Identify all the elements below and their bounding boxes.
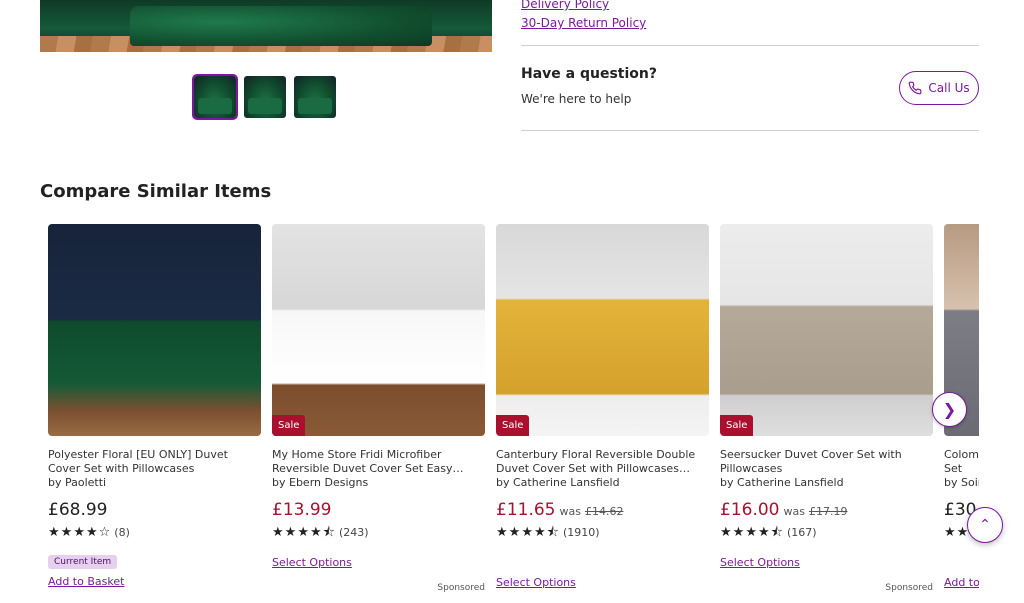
call-us-label: Call Us [928, 81, 970, 95]
was-label: was [559, 505, 581, 518]
star-half-icon: ⯪ [546, 525, 559, 540]
chevron-up-icon: ⌃ [979, 517, 991, 533]
star-icon: ★ [284, 525, 297, 540]
help-subtitle: We're here to help [521, 92, 632, 106]
rating-count: (1910) [562, 526, 600, 539]
product-price: £16.00 [720, 500, 780, 520]
product-image[interactable]: Sale [496, 224, 709, 436]
carousel-next-button[interactable]: ❯ [932, 392, 967, 427]
product-rating: ★ ★ ★ ★ ⯪ (167) [720, 526, 933, 539]
star-icon: ★ [60, 525, 73, 540]
star-icon: ★ [533, 525, 546, 540]
add-to-basket-link[interactable]: Add to Basket [48, 575, 261, 588]
chevron-right-icon: ❯ [942, 400, 957, 419]
sponsored-label: Sponsored [437, 583, 485, 593]
product-rating: ★ ★ ★ ★ ☆ (8) [48, 526, 261, 539]
star-icon: ★ [309, 525, 322, 540]
product-image[interactable] [48, 224, 261, 436]
call-us-button[interactable]: Call Us [899, 71, 979, 105]
product-card[interactable]: Sale Canterbury Floral Reversible Double… [496, 224, 709, 589]
sale-badge: Sale [720, 415, 754, 436]
main-product-image [40, 0, 492, 52]
delivery-policy-link[interactable]: Delivery Policy [521, 0, 646, 14]
product-brand: by Catherine Lansfield [496, 476, 620, 489]
star-icon: ★ [272, 525, 284, 540]
product-brand: by Soiree [944, 476, 979, 489]
thumbnail-1[interactable] [192, 74, 238, 120]
back-to-top-button[interactable]: ⌃ [967, 507, 1003, 543]
product-rating: ★ ★ ★ ★ ⯪ (243) [272, 526, 485, 539]
star-icon: ★ [732, 525, 745, 540]
product-name[interactable]: My Home Store Fridi Microfiber Reversibl… [272, 448, 485, 476]
star-empty-icon: ☆ [98, 525, 111, 540]
star-icon: ★ [508, 525, 521, 540]
divider [521, 45, 979, 46]
star-icon: ★ [521, 525, 533, 540]
star-icon: ★ [73, 525, 85, 540]
product-name[interactable]: Colombo Ultra [EU ONLY] Duvet Cover Set [944, 448, 979, 476]
star-half-icon: ⯪ [770, 525, 783, 540]
thumbnail-3[interactable] [294, 76, 336, 118]
product-name[interactable]: Canterbury Floral Reversible Double Duve… [496, 448, 709, 476]
star-icon: ★ [745, 525, 757, 540]
phone-icon [909, 81, 922, 95]
star-icon: ★ [297, 525, 309, 540]
return-policy-link[interactable]: 30-Day Return Policy [521, 14, 646, 33]
rating-count: (243) [338, 526, 369, 539]
select-options-link[interactable]: Select Options [272, 556, 485, 569]
product-name[interactable]: Seersucker Duvet Cover Set with Pillowca… [720, 448, 933, 476]
was-price: £14.62 [584, 505, 624, 518]
current-item-badge: Current Item [48, 555, 118, 569]
policy-links: Delivery Policy 30-Day Return Policy [521, 0, 646, 33]
product-brand: by Paoletti [48, 476, 107, 489]
product-brand: by Catherine Lansfield [720, 476, 844, 489]
section-title: Compare Similar Items [40, 181, 272, 202]
product-card[interactable]: Polyester Floral [EU ONLY] Duvet Cover S… [48, 224, 261, 588]
star-icon: ★ [757, 525, 770, 540]
product-price: £11.65 [496, 500, 556, 520]
product-name[interactable]: Polyester Floral [EU ONLY] Duvet Cover S… [48, 448, 261, 476]
product-card[interactable]: Sale My Home Store Fridi Microfiber Reve… [272, 224, 485, 593]
divider [521, 130, 979, 131]
star-icon: ★ [944, 525, 956, 540]
select-options-link[interactable]: Select Options [496, 576, 709, 589]
select-options-link[interactable]: Select Options [720, 556, 933, 569]
sale-badge: Sale [272, 415, 306, 436]
sponsored-label: Sponsored [885, 583, 933, 593]
was-price: £17.19 [808, 505, 848, 518]
rating-count: (8) [114, 526, 130, 539]
add-to-basket-link[interactable]: Add to Basket [944, 576, 979, 589]
thumbnail-2[interactable] [244, 76, 286, 118]
sale-badge: Sale [496, 415, 530, 436]
rating-count: (167) [786, 526, 817, 539]
product-price: £13.99 [272, 500, 332, 520]
star-half-icon: ⯪ [322, 525, 335, 540]
product-image[interactable]: Sale [272, 224, 485, 436]
thumbnail-strip [192, 74, 336, 120]
help-title: Have a question? [521, 66, 657, 82]
was-label: was [783, 505, 805, 518]
product-price: £68.99 [48, 500, 108, 520]
star-icon: ★ [85, 525, 98, 540]
star-icon: ★ [720, 525, 732, 540]
product-image[interactable]: Sale [720, 224, 933, 436]
product-card[interactable]: Sale Seersucker Duvet Cover Set with Pil… [720, 224, 933, 593]
product-brand: by Ebern Designs [272, 476, 369, 489]
product-rating: ★ ★ ★ ★ ⯪ (1910) [496, 526, 709, 539]
similar-items-carousel: Polyester Floral [EU ONLY] Duvet Cover S… [48, 224, 979, 603]
star-icon: ★ [496, 525, 508, 540]
star-icon: ★ [48, 525, 60, 540]
